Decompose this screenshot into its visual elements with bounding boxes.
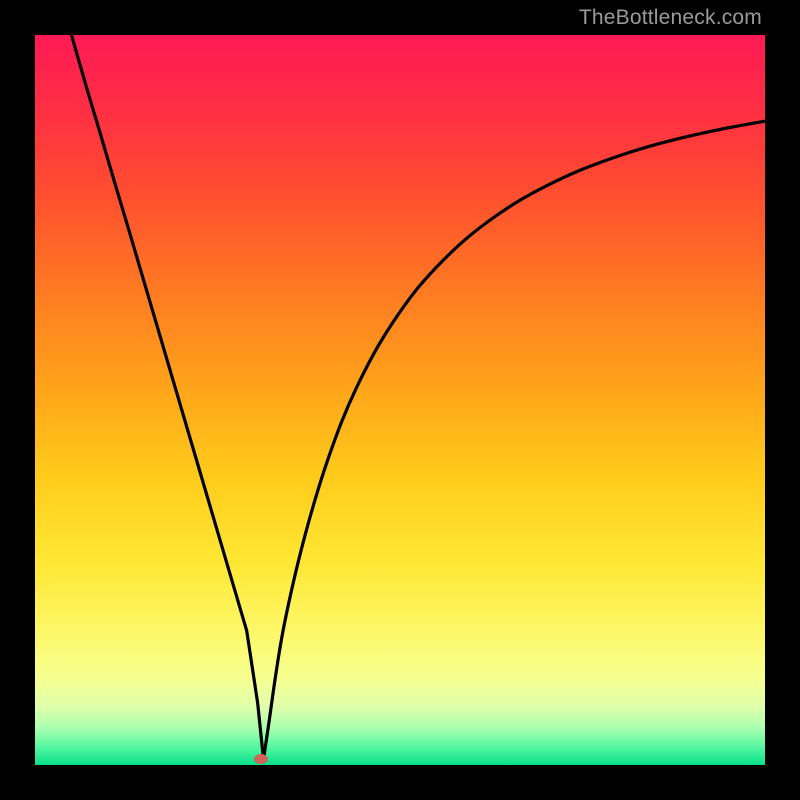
watermark-text: TheBottleneck.com [579,6,762,30]
curve-layer [35,35,765,765]
minimum-marker [254,754,268,764]
series-bottleneck-right [263,121,765,759]
plot-area [35,35,765,765]
series-bottleneck-left [72,35,264,759]
chart-frame: TheBottleneck.com [0,0,800,800]
